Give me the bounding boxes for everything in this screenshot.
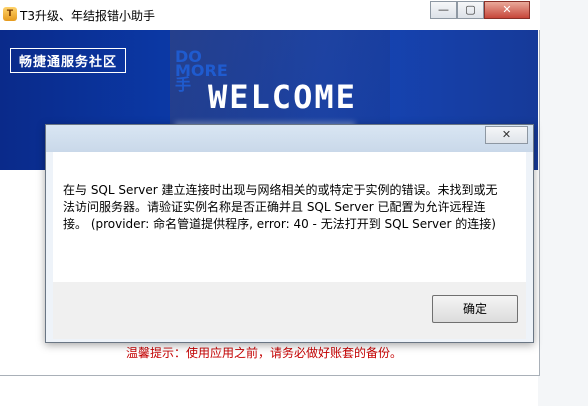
close-button[interactable]: ✕ xyxy=(484,1,530,19)
error-dialog: ✕ 在与 SQL Server 建立连接时出现与网络相关的或特定于实例的错误。未… xyxy=(45,124,534,343)
background-desktop xyxy=(538,0,588,406)
dialog-titlebar: ✕ xyxy=(46,125,533,152)
minimize-button[interactable]: — xyxy=(430,1,457,19)
window-title: T3升级、年结报错小助手 xyxy=(20,9,155,23)
dialog-body: 在与 SQL Server 建立连接时出现与网络相关的或特定于实例的错误。未找到… xyxy=(53,152,526,282)
ok-button[interactable]: 确定 xyxy=(432,295,518,323)
maximize-button[interactable]: ▢ xyxy=(457,1,484,19)
backup-warning: 温馨提示：使用应用之前，请务必做好账套的备份。 xyxy=(126,346,403,360)
dialog-close-button[interactable]: ✕ xyxy=(485,126,528,144)
welcome-text: WELCOME xyxy=(208,78,357,116)
main-titlebar: T T3升级、年结报错小助手 — ▢ ✕ xyxy=(0,0,540,30)
community-badge: 畅捷通服务社区 xyxy=(10,48,127,73)
app-icon: T xyxy=(3,7,17,21)
error-message: 在与 SQL Server 建立连接时出现与网络相关的或特定于实例的错误。未找到… xyxy=(63,183,498,231)
